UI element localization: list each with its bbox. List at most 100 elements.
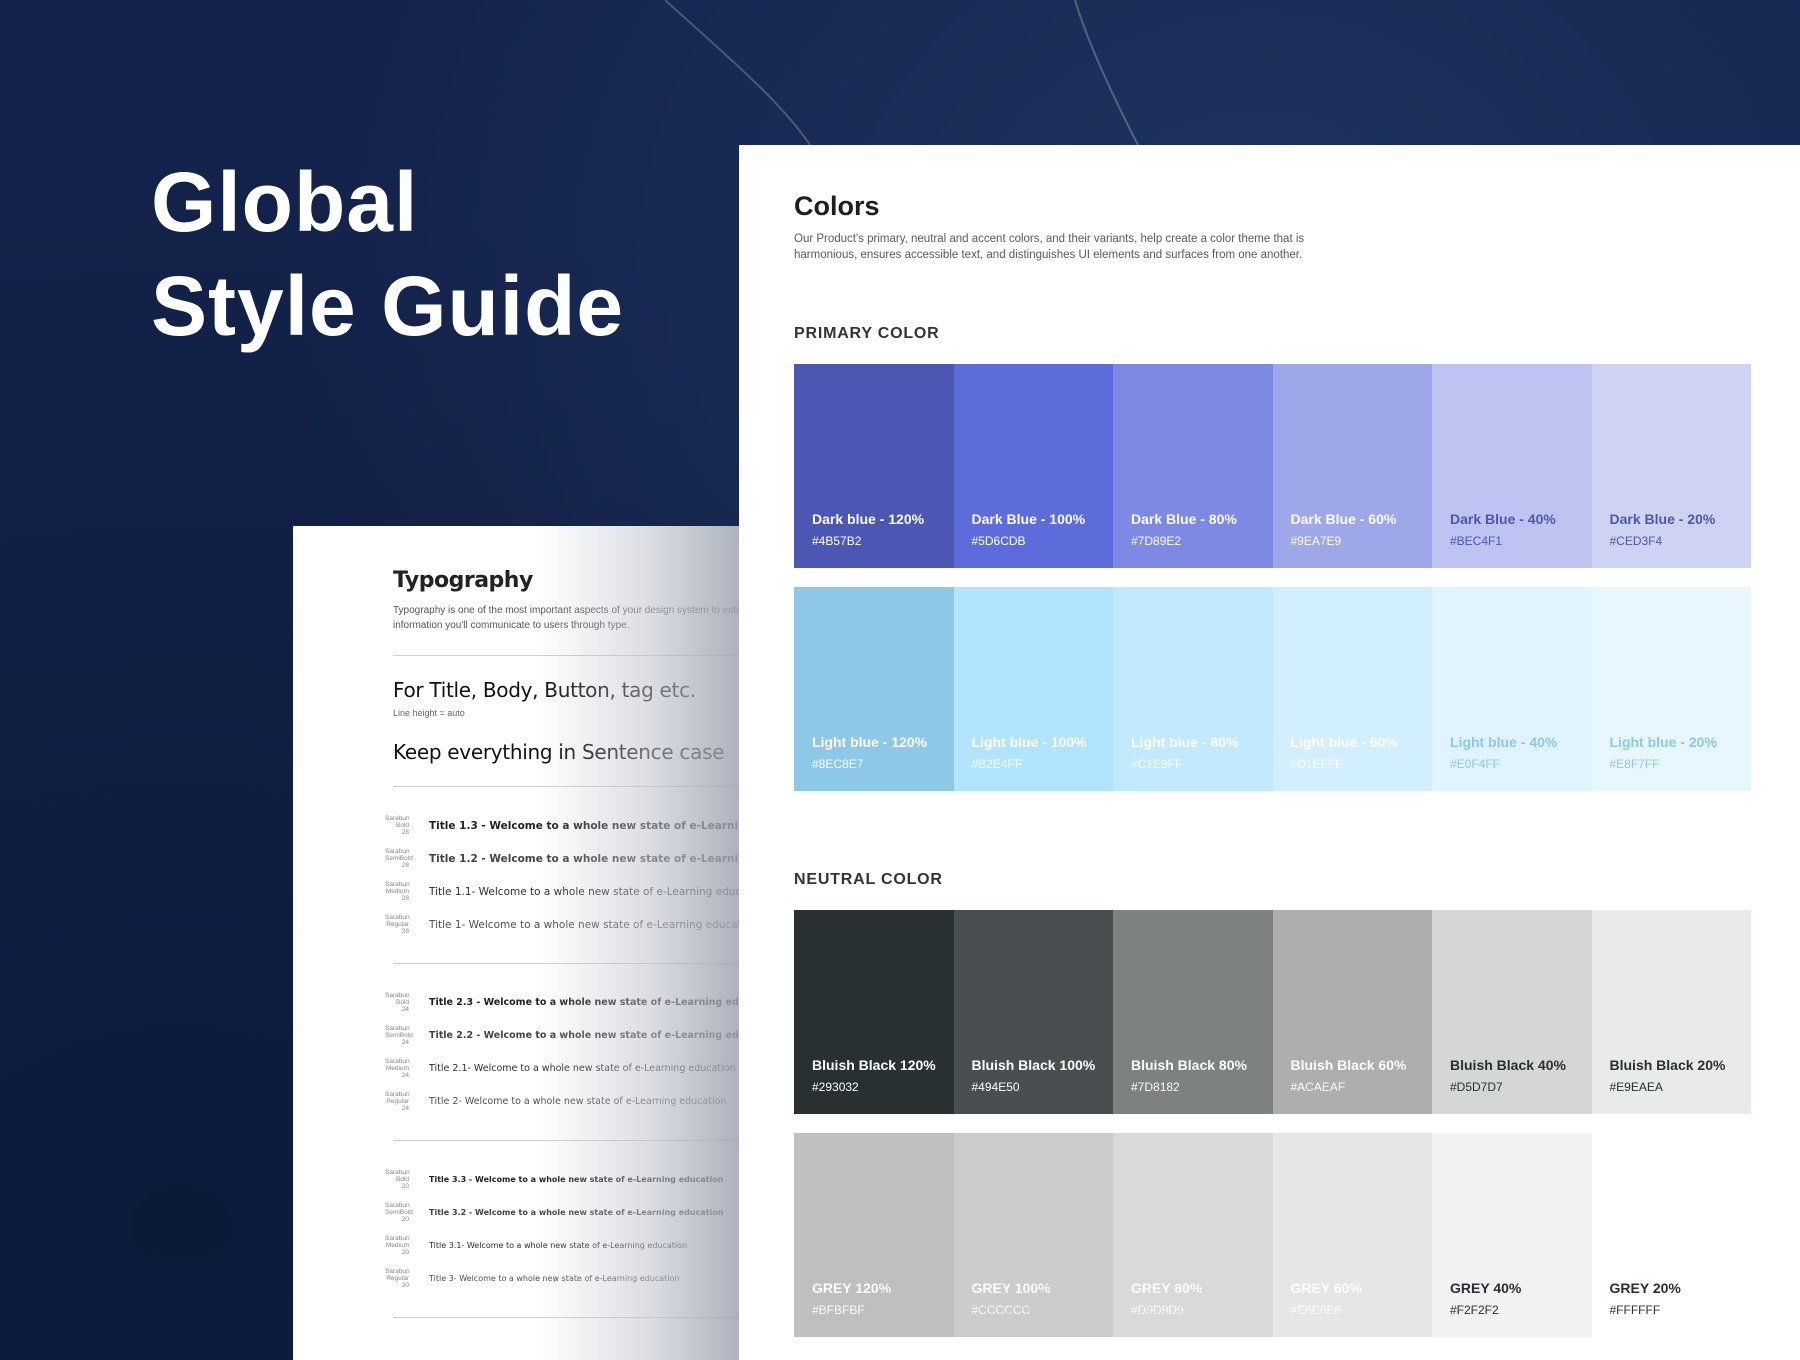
swatch-hex: #4B57B2	[812, 534, 862, 548]
type-sample: Title 1.2 - Welcome to a whole new state…	[429, 852, 739, 865]
type-group: Sarabun Bold 24 Title 2.3 - Welcome to a wh…	[385, 986, 739, 1118]
swatch-hex: #D1EFFF	[1290, 757, 1343, 771]
swatch-name: Dark blue - 120%	[812, 511, 925, 527]
swatch-hex: #7D8182	[1131, 1080, 1180, 1094]
color-swatch: Light blue - 120% #8EC8E7	[794, 587, 954, 791]
type-meta: Sarabun Regular 28	[385, 914, 410, 935]
swatch-hex: #E8F7FF	[1609, 757, 1660, 771]
type-row: Sarabun Medium 28 Title 1.1- Welcome to a w…	[385, 875, 739, 908]
color-swatch: GREY 60% #E6E6E6	[1272, 1133, 1432, 1337]
typography-title: Typography	[393, 568, 533, 593]
type-group: Sarabun Bold 20 Title 3.3 - Welcome to a wh…	[385, 1163, 739, 1295]
swatch-name: Light blue - 60%	[1290, 734, 1398, 750]
type-meta: Sarabun Medium 24	[385, 1058, 410, 1079]
type-row: Sarabun Regular 24 Title 2- Welcome to a wh…	[385, 1085, 739, 1118]
type-meta-line: Regular	[386, 1275, 409, 1282]
swatch-hex: #E9EAEA	[1609, 1080, 1663, 1094]
color-swatch: Bluish Black 20% #E9EAEA	[1591, 910, 1751, 1114]
swatch-row-grey: GREY 120% #BFBFBF GREY 100% #CCCCCC GREY 80%…	[794, 1133, 1751, 1337]
color-swatch: Light blue - 80% #C1E9FF	[1113, 587, 1273, 791]
type-meta-line: 28	[401, 928, 409, 935]
divider	[393, 1317, 739, 1318]
swatch-name: GREY 40%	[1450, 1280, 1522, 1296]
swatch-hex: #E6E6E6	[1290, 1303, 1342, 1317]
type-meta-line: 24	[401, 1006, 409, 1013]
type-sample: Title 1- Welcome to a whole new state of…	[429, 918, 739, 931]
swatch-name: Light blue - 20%	[1609, 734, 1717, 750]
type-meta-line: 20	[401, 1249, 409, 1256]
type-row: Sarabun SemiBold 24 Title 2.2 - Welcome to …	[385, 1019, 739, 1052]
typography-description: Typography is one of the most important …	[393, 605, 739, 631]
type-row: Sarabun Medium 20 Title 3.1- Welcome to a w…	[385, 1229, 739, 1262]
color-swatch: Dark Blue - 40% #BEC4F1	[1432, 364, 1592, 568]
swatch-hex: #BEC4F1	[1450, 534, 1503, 548]
type-meta-line: Sarabun	[385, 1058, 410, 1065]
type-scale-groups: Sarabun Bold 28 Title 1.3 - Welcome to a wh…	[385, 809, 739, 1318]
color-swatch: Light blue - 40% #E0F4FF	[1432, 587, 1592, 791]
type-sample: Title 3.2 - Welcome to a whole new state…	[429, 1208, 724, 1217]
swatch-name: Dark Blue - 60%	[1290, 511, 1397, 527]
swatch-name: Light blue - 100%	[971, 734, 1087, 750]
color-swatch: Bluish Black 120% #293032	[794, 910, 954, 1114]
type-meta-line: Bold	[395, 1176, 409, 1183]
type-row: Sarabun Regular 28 Title 1- Welcome to a wh…	[385, 908, 739, 941]
swatch-hex: #8EC8E7	[812, 757, 864, 771]
color-swatch: Light blue - 60% #D1EFFF	[1272, 587, 1432, 791]
typography-card: Typography Typography is one of the most…	[293, 526, 739, 1360]
type-meta-line: Sarabun	[385, 1169, 410, 1176]
type-meta-line: Sarabun	[385, 914, 410, 921]
type-sample: Title 3- Welcome to a whole new state of…	[429, 1274, 680, 1283]
swatch-hex: #B2E4FF	[971, 757, 1023, 771]
type-meta-line: 24	[401, 1072, 409, 1079]
swatch-hex: #F2F2F2	[1450, 1303, 1499, 1317]
type-meta-line: 24	[401, 1105, 409, 1112]
swatch-hex: #CCCCCC	[971, 1303, 1031, 1317]
line-height-note: Line height = auto	[393, 708, 465, 718]
type-sample: Title 1.3 - Welcome to a whole new state…	[429, 819, 739, 832]
type-meta-line: Sarabun	[385, 992, 410, 999]
type-row: Sarabun Bold 20 Title 3.3 - Welcome to a wh…	[385, 1163, 739, 1196]
swatch-name: Bluish Black 20%	[1609, 1057, 1726, 1073]
swatch-name: Bluish Black 120%	[812, 1057, 936, 1073]
swatch-name: Light blue - 80%	[1131, 734, 1239, 750]
type-meta-line: Sarabun	[385, 881, 410, 888]
color-swatch: GREY 100% #CCCCCC	[953, 1133, 1113, 1337]
swatch-row-bluish-black: Bluish Black 120% #293032 Bluish Black 100…	[794, 910, 1751, 1114]
type-meta-line: 20	[401, 1216, 409, 1223]
type-sample: Title 2.2 - Welcome to a whole new state…	[429, 1030, 739, 1041]
color-swatch: Light blue - 100% #B2E4FF	[953, 587, 1113, 791]
type-meta-line: Sarabun	[385, 1091, 410, 1098]
typography-content: Typography Typography is one of the most…	[385, 568, 739, 1340]
hero-title: Global Style Guide	[151, 150, 624, 358]
type-row: Sarabun SemiBold 20 Title 3.2 - Welcome to …	[385, 1196, 739, 1229]
swatch-hex: #7D89E2	[1131, 534, 1182, 548]
colors-panel: Colors Our Product's primary, neutral an…	[739, 145, 1800, 1360]
color-swatch: Bluish Black 40% #D5D7D7	[1432, 910, 1592, 1114]
type-meta-line: 20	[401, 1282, 409, 1289]
color-swatch: GREY 120% #BFBFBF	[794, 1133, 954, 1337]
swatch-hex: #CED3F4	[1609, 534, 1663, 548]
type-meta: Sarabun Bold 24	[385, 992, 410, 1013]
color-swatch: Dark Blue - 60% #9EA7E9	[1272, 364, 1432, 568]
divider	[393, 786, 739, 787]
type-meta-line: Sarabun	[385, 815, 410, 822]
sentence-case-heading: Keep everything in Sentence case	[393, 740, 725, 764]
color-swatch: Dark blue - 120% #4B57B2	[794, 364, 954, 568]
neutral-color-label: NEUTRAL COLOR	[794, 871, 943, 888]
color-swatch: Dark Blue - 20% #CED3F4	[1591, 364, 1751, 568]
swatch-name: Dark Blue - 100%	[971, 511, 1086, 527]
color-swatch: Dark Blue - 80% #7D89E2	[1113, 364, 1273, 568]
type-meta-line: 28	[401, 895, 409, 902]
swatch-row-light-blue: Light blue - 120% #8EC8E7 Light blue - 100…	[794, 587, 1751, 791]
type-meta: Sarabun Medium 20	[385, 1235, 410, 1256]
type-meta: Sarabun Bold 20	[385, 1169, 410, 1190]
divider	[393, 1140, 739, 1141]
hero-title-line-1: Global	[151, 155, 419, 249]
swatch-name: Bluish Black 40%	[1450, 1057, 1566, 1073]
type-meta: Sarabun SemiBold 20	[385, 1202, 413, 1223]
type-meta: Sarabun SemiBold 28	[385, 848, 413, 869]
type-row: Sarabun Bold 24 Title 2.3 - Welcome to a wh…	[385, 986, 739, 1019]
type-meta: Sarabun Medium 28	[385, 881, 410, 902]
color-swatch: Dark Blue - 100% #5D6CDB	[953, 364, 1113, 568]
type-meta-line: SemiBold	[385, 855, 413, 862]
